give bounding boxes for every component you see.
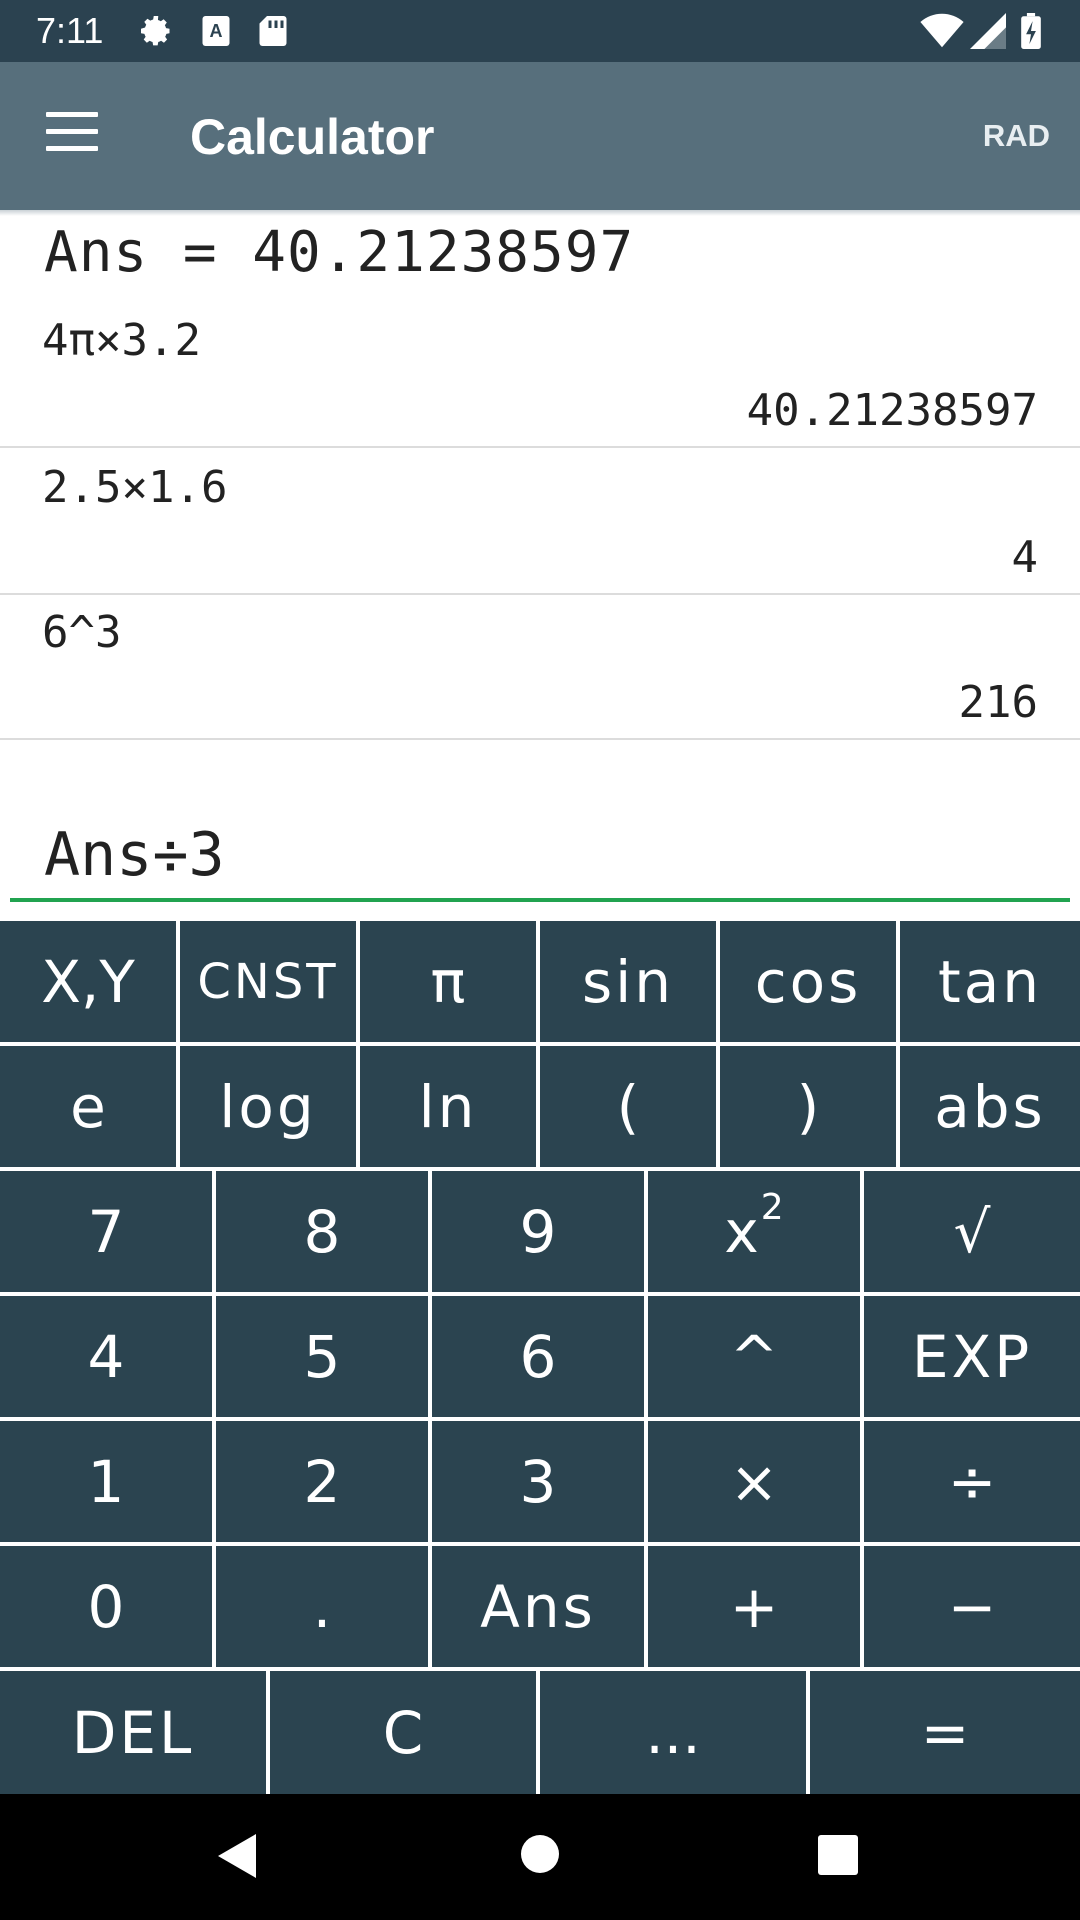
key-constants[interactable]: CNST bbox=[180, 921, 356, 1042]
wifi-icon bbox=[920, 13, 964, 53]
home-icon[interactable] bbox=[521, 1835, 559, 1873]
key-4[interactable]: 4 bbox=[0, 1296, 212, 1417]
key-square-base: x bbox=[724, 1197, 759, 1266]
key-6[interactable]: 6 bbox=[432, 1296, 644, 1417]
key-plus[interactable]: + bbox=[648, 1546, 860, 1667]
key-cos[interactable]: cos bbox=[720, 921, 896, 1042]
key-xy[interactable]: X,Y bbox=[0, 921, 176, 1042]
status-bar: 7:11 A bbox=[0, 0, 1080, 62]
history-item[interactable]: 6^3 216 bbox=[0, 595, 1080, 740]
keypad: X,Y CNST π sin cos tan e log ln ( ) abs … bbox=[0, 921, 1080, 1794]
key-clear[interactable]: C bbox=[270, 1671, 536, 1794]
key-more[interactable]: ... bbox=[540, 1671, 806, 1794]
key-8[interactable]: 8 bbox=[216, 1171, 428, 1292]
a-keyboard-icon: A bbox=[200, 13, 232, 53]
key-pi[interactable]: π bbox=[360, 921, 536, 1042]
history-item[interactable]: 4π×3.2 40.21238597 bbox=[0, 303, 1080, 448]
sd-card-icon bbox=[258, 13, 288, 53]
keypad-row: 1 2 3 × ÷ bbox=[0, 1421, 1080, 1542]
keypad-row: 4 5 6 ^ EXP bbox=[0, 1296, 1080, 1417]
back-icon[interactable] bbox=[218, 1834, 256, 1878]
app-bar: Calculator RAD bbox=[0, 62, 1080, 210]
key-9[interactable]: 9 bbox=[432, 1171, 644, 1292]
keypad-row: 7 8 9 x2 √ bbox=[0, 1171, 1080, 1292]
answer-line: Ans = 40.21238597 bbox=[44, 220, 635, 285]
key-sqrt[interactable]: √ bbox=[864, 1171, 1080, 1292]
app-bar-shadow bbox=[0, 210, 1080, 216]
key-multiply[interactable]: × bbox=[648, 1421, 860, 1542]
expression-input[interactable]: Ans÷3 bbox=[44, 820, 225, 890]
recents-icon[interactable] bbox=[818, 1835, 858, 1875]
gear-icon bbox=[138, 13, 174, 53]
key-minus[interactable]: − bbox=[864, 1546, 1080, 1667]
history-result: 4 bbox=[1011, 532, 1039, 583]
key-delete[interactable]: DEL bbox=[0, 1671, 266, 1794]
history-expression: 6^3 bbox=[42, 607, 122, 658]
key-power[interactable]: ^ bbox=[648, 1296, 860, 1417]
battery-charging-icon bbox=[1020, 13, 1042, 53]
key-sin[interactable]: sin bbox=[540, 921, 716, 1042]
key-e[interactable]: e bbox=[0, 1046, 176, 1167]
key-abs[interactable]: abs bbox=[900, 1046, 1080, 1167]
page-title: Calculator bbox=[190, 109, 435, 165]
key-1[interactable]: 1 bbox=[0, 1421, 212, 1542]
history-expression: 4π×3.2 bbox=[42, 315, 201, 366]
key-ans[interactable]: Ans bbox=[432, 1546, 644, 1667]
key-open-paren[interactable]: ( bbox=[540, 1046, 716, 1167]
history-result: 216 bbox=[958, 677, 1038, 728]
key-divide[interactable]: ÷ bbox=[864, 1421, 1080, 1542]
history-result: 40.21238597 bbox=[746, 385, 1038, 436]
key-decimal[interactable]: . bbox=[216, 1546, 428, 1667]
signal-icon bbox=[970, 13, 1006, 53]
keypad-row: e log ln ( ) abs bbox=[0, 1046, 1080, 1167]
key-log[interactable]: log bbox=[180, 1046, 356, 1167]
key-7[interactable]: 7 bbox=[0, 1171, 212, 1292]
angle-mode-button[interactable]: RAD bbox=[983, 118, 1050, 154]
history-expression: 2.5×1.6 bbox=[42, 462, 228, 513]
key-square[interactable]: x2 bbox=[648, 1171, 860, 1292]
navigation-bar bbox=[0, 1794, 1080, 1920]
key-3[interactable]: 3 bbox=[432, 1421, 644, 1542]
input-underline bbox=[10, 898, 1070, 902]
keypad-row: 0 . Ans + − bbox=[0, 1546, 1080, 1667]
key-5[interactable]: 5 bbox=[216, 1296, 428, 1417]
status-time: 7:11 bbox=[36, 10, 104, 51]
key-square-exponent: 2 bbox=[760, 1187, 784, 1228]
history-item[interactable]: 2.5×1.6 4 bbox=[0, 450, 1080, 595]
key-exp[interactable]: EXP bbox=[864, 1296, 1080, 1417]
key-tan[interactable]: tan bbox=[900, 921, 1080, 1042]
svg-text:A: A bbox=[210, 21, 223, 41]
key-2[interactable]: 2 bbox=[216, 1421, 428, 1542]
keypad-row: X,Y CNST π sin cos tan bbox=[0, 921, 1080, 1042]
hamburger-menu-icon[interactable] bbox=[46, 112, 98, 152]
key-equals[interactable]: = bbox=[810, 1671, 1080, 1794]
keypad-row: DEL C ... = bbox=[0, 1671, 1080, 1794]
key-close-paren[interactable]: ) bbox=[720, 1046, 896, 1167]
key-0[interactable]: 0 bbox=[0, 1546, 212, 1667]
key-ln[interactable]: ln bbox=[360, 1046, 536, 1167]
